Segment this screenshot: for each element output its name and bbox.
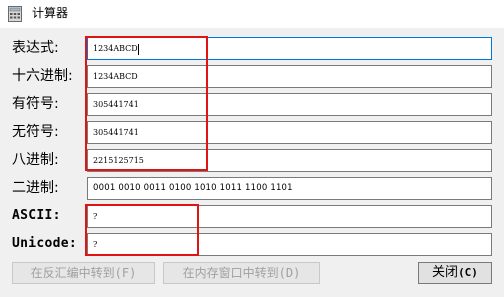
expression-field[interactable]: 1234ABCD — [87, 37, 492, 60]
binary-field[interactable]: 0001 0010 0011 0100 1010 1011 1100 1101 — [87, 177, 492, 200]
expression-label: 表达式: — [12, 40, 59, 56]
unicode-field[interactable]: ? — [87, 233, 492, 256]
goto-memory-button[interactable]: 在内存窗口中转到(D) — [163, 262, 320, 284]
ascii-field[interactable]: ? — [87, 205, 492, 228]
binary-label: 二进制: — [12, 180, 59, 196]
hex-label: 十六进制: — [12, 68, 73, 84]
binary-value: 0001 0010 0011 0100 1010 1011 1100 1101 — [93, 183, 293, 193]
window-title: 计算器 — [32, 6, 69, 20]
close-button-shortcut: (C) — [458, 266, 478, 279]
octal-value: 2215125715 — [93, 156, 144, 165]
unicode-value: ? — [93, 240, 98, 249]
goto-disassembly-button[interactable]: 在反汇编中转到(F) — [12, 262, 155, 284]
octal-field[interactable]: 2215125715 — [87, 149, 492, 172]
signed-label: 有符号: — [12, 96, 59, 112]
calculator-icon — [8, 6, 22, 22]
text-caret — [137, 43, 139, 55]
hex-field[interactable]: 1234ABCD — [87, 65, 492, 88]
title-bar: 计算器 — [0, 0, 504, 28]
octal-label: 八进制: — [12, 152, 59, 168]
expression-value: 1234ABCD — [93, 44, 138, 53]
close-button[interactable]: 关闭(C) — [418, 262, 492, 284]
signed-field[interactable]: 305441741 — [87, 93, 492, 116]
unsigned-field[interactable]: 305441741 — [87, 121, 492, 144]
unsigned-value: 305441741 — [93, 128, 139, 137]
unsigned-label: 无符号: — [12, 124, 59, 140]
ascii-label: ASCII: — [12, 208, 61, 223]
unicode-label: Unicode: — [12, 236, 78, 251]
signed-value: 305441741 — [93, 100, 139, 109]
hex-value: 1234ABCD — [93, 72, 138, 81]
close-button-label: 关闭 — [432, 265, 459, 280]
ascii-value: ? — [93, 212, 98, 221]
